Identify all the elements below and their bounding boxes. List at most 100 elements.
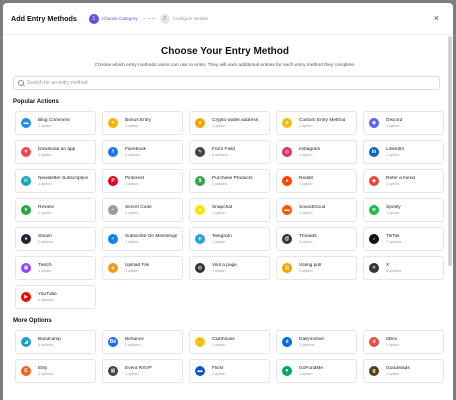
entry-method-instagram[interactable]: ◎ Instagram 1 option bbox=[276, 140, 357, 164]
entry-method-bonus-entry[interactable]: ▾ Bonus Entry 1 option bbox=[102, 111, 183, 135]
pinterest-icon: P bbox=[108, 176, 118, 186]
add-entry-methods-modal: Add Entry Methods 1 Choose Category 2 Co… bbox=[3, 3, 453, 400]
entry-method-facebook[interactable]: f Facebook 4 options bbox=[102, 140, 183, 164]
entry-method-newsletter-subscription[interactable]: ✉ Newsletter Subscription 1 option bbox=[15, 169, 96, 193]
facebook-icon: f bbox=[108, 147, 118, 157]
upload-icon: ▲ bbox=[108, 263, 118, 273]
entry-method-custom-entry-method[interactable]: ● Custom Entry Method 1 option bbox=[276, 111, 357, 135]
modal-body[interactable]: Choose Your Entry Method Choose which en… bbox=[3, 36, 447, 400]
close-icon[interactable]: × bbox=[434, 13, 439, 23]
ddex-icon: d bbox=[369, 337, 379, 347]
entry-method-info: Custom Entry Method 1 option bbox=[299, 118, 345, 129]
entry-method-options-count: 1 option bbox=[38, 268, 52, 273]
entry-method-info: Etsy 2 options bbox=[38, 366, 53, 377]
entry-method-refer-a-friend[interactable]: ◆ Refer a friend 1 option bbox=[363, 169, 444, 193]
entry-method-upload-file[interactable]: ▲ Upload File 1 option bbox=[102, 256, 183, 280]
entry-method-options-count: 8 options bbox=[386, 268, 402, 273]
entry-method-info: Goodreads 1 option bbox=[386, 366, 410, 377]
entry-method-tiktok[interactable]: ♪ TikTok 7 options bbox=[363, 227, 444, 251]
discord-icon: ◉ bbox=[369, 118, 379, 128]
entry-method-info: Subscribe On Messenger 1 option bbox=[125, 234, 177, 245]
entry-method-discord[interactable]: ◉ Discord 1 option bbox=[363, 111, 444, 135]
lock-icon: ▪ bbox=[108, 205, 118, 215]
entry-method-options-count: 1 option bbox=[299, 210, 313, 215]
icon-glyph: ▦ bbox=[110, 367, 116, 374]
search-icon bbox=[18, 80, 24, 86]
entry-method-goodreads[interactable]: g Goodreads 1 option bbox=[363, 359, 444, 383]
entry-method-info: SoundCloud 1 option bbox=[299, 205, 325, 216]
modal-header: Add Entry Methods 1 Choose Category 2 Co… bbox=[3, 3, 453, 35]
entry-method-info: TikTok 7 options bbox=[386, 234, 401, 245]
stepper: 1 Choose Category 2 Configure Details bbox=[88, 13, 208, 24]
entry-method-info: GoFundMe 1 option bbox=[299, 366, 323, 377]
dailymotion-icon: d bbox=[282, 337, 292, 347]
entry-method-info: Clubhouse 1 option bbox=[212, 337, 235, 348]
entry-method-spotify[interactable]: ≋ Spotify 1 option bbox=[363, 198, 444, 222]
search-input[interactable] bbox=[26, 80, 435, 86]
entry-method-snapchat[interactable]: ● Snapchat 1 option bbox=[189, 198, 270, 222]
entry-method-info: Dailymotion 2 options bbox=[299, 337, 324, 348]
entry-method-purchase-products[interactable]: $ Purchase Products 2 options bbox=[189, 169, 270, 193]
entry-method-etsy[interactable]: E Etsy 2 options bbox=[15, 359, 96, 383]
entry-method-options-count: 1 option bbox=[386, 152, 400, 157]
snapchat-icon: ● bbox=[195, 205, 205, 215]
entry-method-review[interactable]: ★ Review 1 option bbox=[15, 198, 96, 222]
x-icon: ✕ bbox=[369, 263, 379, 273]
entry-method-behance[interactable]: Bē Behance 2 options bbox=[102, 330, 183, 354]
entry-method-options-count: 1 option bbox=[386, 123, 400, 128]
entry-method-options-count: 1 option bbox=[125, 371, 139, 376]
entry-method-info: Bandcamp 4 options bbox=[38, 337, 61, 348]
entry-method-info: Behance 2 options bbox=[125, 337, 144, 348]
icon-glyph: ✕ bbox=[371, 264, 377, 271]
icon-glyph: ✉ bbox=[23, 177, 29, 184]
entry-method-crypto-wallet-address[interactable]: ● Crypto wallet address 1 option bbox=[189, 111, 270, 135]
icon-glyph: P bbox=[111, 177, 115, 184]
entry-method-subscribe-on-messenger[interactable]: ⚡ Subscribe On Messenger 1 option bbox=[102, 227, 183, 251]
entry-method-download-an-app[interactable]: ▼ Download an app 1 option bbox=[15, 140, 96, 164]
step-2-number: 2 bbox=[159, 13, 170, 24]
behance-icon: Bē bbox=[108, 337, 118, 347]
entry-method-options-count: 4 options bbox=[125, 152, 141, 157]
entry-method-youtube[interactable]: ▶ YouTube 4 options bbox=[15, 285, 96, 309]
entry-method-info: Visit a page 1 option bbox=[212, 263, 237, 274]
icon-glyph: ● bbox=[285, 177, 289, 184]
entry-method-info: Upload File 1 option bbox=[125, 263, 149, 274]
entry-method-info: Newsletter Subscription 1 option bbox=[38, 176, 88, 187]
entry-method-telegram[interactable]: ➤ Telegram 1 option bbox=[189, 227, 270, 251]
entry-method-info: LinkedIn 1 option bbox=[386, 147, 404, 158]
entry-method-clubhouse[interactable]: ✋ Clubhouse 1 option bbox=[189, 330, 270, 354]
entry-method-options-count: 1 option bbox=[125, 268, 139, 273]
icon-glyph: ▶ bbox=[24, 293, 28, 300]
download-icon: ▼ bbox=[21, 147, 31, 157]
entry-method-options-count: 1 option bbox=[212, 268, 226, 273]
entry-method-info: Steam 2 options bbox=[38, 234, 53, 245]
entry-method-threads[interactable]: @ Threads 1 option bbox=[276, 227, 357, 251]
entry-method-blog-comment[interactable]: ▬ Blog Comment 1 option bbox=[15, 111, 96, 135]
entry-method-info: Secret Code 1 option bbox=[125, 205, 152, 216]
entry-method-info: Discord 1 option bbox=[386, 118, 402, 129]
goodreads-icon: g bbox=[369, 366, 379, 376]
entry-method-info: Threads 1 option bbox=[299, 234, 317, 245]
entry-method-linkedin[interactable]: in LinkedIn 1 option bbox=[363, 140, 444, 164]
entry-method-options-count: 6 options bbox=[212, 152, 228, 157]
entry-method-dailymotion[interactable]: d Dailymotion 2 options bbox=[276, 330, 357, 354]
entry-method-visit-a-page[interactable]: ◍ Visit a page 1 option bbox=[189, 256, 270, 280]
entry-method-pinterest[interactable]: P Pinterest 1 option bbox=[102, 169, 183, 193]
entry-method-gofundme[interactable]: ♥ GoFundMe 1 option bbox=[276, 359, 357, 383]
entry-method-soundcloud[interactable]: ▬ SoundCloud 1 option bbox=[276, 198, 357, 222]
entry-method-steam[interactable]: ● Steam 2 options bbox=[15, 227, 96, 251]
scrollbar[interactable] bbox=[448, 36, 452, 266]
entry-method-reddit[interactable]: ● Reddit 1 option bbox=[276, 169, 357, 193]
entry-method-twitch[interactable]: ▣ Twitch 1 option bbox=[15, 256, 96, 280]
entry-method-event-rsvp[interactable]: ▦ Event RSVP 1 option bbox=[102, 359, 183, 383]
entry-method-form-field[interactable]: ✎ Form Field 6 options bbox=[189, 140, 270, 164]
entry-method-voting-poll[interactable]: ▤ Voting poll 1 option bbox=[276, 256, 357, 280]
entry-method-bandcamp[interactable]: ◢ Bandcamp 4 options bbox=[15, 330, 96, 354]
icon-glyph: in bbox=[371, 148, 377, 155]
popular-actions-grid: ▬ Blog Comment 1 option ▾ Bonus Entry 1 optio… bbox=[15, 111, 447, 309]
entry-method-x[interactable]: ✕ X 8 options bbox=[363, 256, 444, 280]
entry-method-secret-code[interactable]: ▪ Secret Code 1 option bbox=[102, 198, 183, 222]
entry-method-flickr[interactable]: ▬ Flickr 1 option bbox=[189, 359, 270, 383]
entry-method-ddex[interactable]: d dDex 1 option bbox=[363, 330, 444, 354]
entry-method-options-count: 7 options bbox=[386, 239, 402, 244]
